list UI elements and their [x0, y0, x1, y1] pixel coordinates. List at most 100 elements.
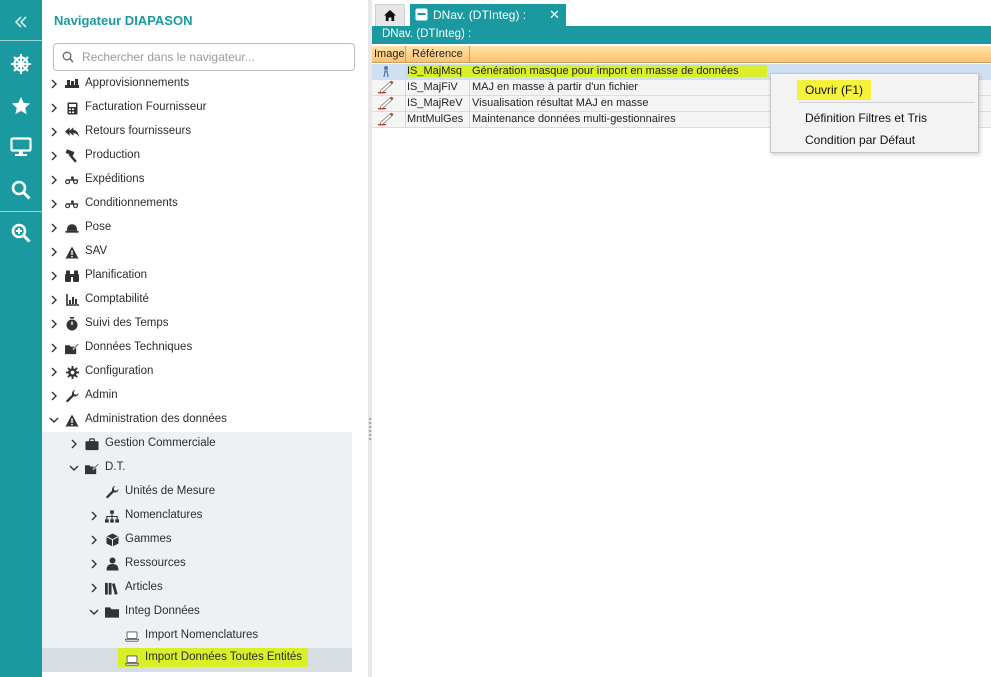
search-icon[interactable]	[0, 170, 42, 210]
splitter-grip[interactable]	[369, 418, 371, 440]
navigator-title: Navigateur DIAPASON	[54, 13, 193, 28]
chevron-right-icon[interactable]	[48, 318, 60, 330]
cell-description: MAJ en masse à partir d'un fichier	[472, 81, 638, 93]
home-icon	[384, 10, 396, 21]
tree-item-label: Facturation Fournisseur	[85, 101, 207, 113]
chevron-right-icon[interactable]	[48, 270, 60, 282]
ship-wheel-icon[interactable]	[0, 44, 42, 84]
tree-item-facturation-fournisseur[interactable]: Facturation Fournisseur	[42, 96, 352, 120]
chevron-right-icon[interactable]	[48, 126, 60, 138]
pencil-icon	[377, 80, 395, 94]
tree-item-integ-données[interactable]: Integ Données	[42, 600, 352, 624]
navigator-search-input[interactable]	[82, 48, 347, 66]
column-separator[interactable]	[405, 46, 406, 63]
tree-item-approvisionnements[interactable]: Approvisionnements	[42, 72, 352, 96]
tree-item-gammes[interactable]: Gammes	[42, 528, 352, 552]
person-icon	[377, 65, 395, 78]
books-icon	[105, 581, 119, 595]
tab-dnav-dtinteg[interactable]: DNav. (DTInteg) : ✕	[410, 4, 566, 26]
menu-item-default-condition[interactable]: Condition par Défaut	[805, 133, 915, 147]
chevron-right-icon[interactable]	[48, 366, 60, 378]
menu-item-filters[interactable]: Définition Filtres et Tris	[805, 111, 927, 125]
tab-bar: DNav. (DTInteg) : ✕	[372, 0, 991, 26]
cell-separator	[405, 96, 406, 112]
tree-item-configuration[interactable]: Configuration	[42, 360, 352, 384]
tree-item-d-t-[interactable]: D.T.	[42, 456, 352, 480]
tree-item-label: Approvisionnements	[85, 77, 190, 89]
zoom-plus-icon[interactable]	[0, 213, 42, 253]
navigator-tree: Approvisionnements Facturation Fournisseu…	[42, 72, 352, 677]
tree-item-label: Ressources	[125, 557, 186, 569]
chevron-right-icon[interactable]	[48, 198, 60, 210]
pencil-icon	[377, 96, 395, 110]
tree-item-label: Gestion Commerciale	[105, 437, 216, 449]
chevron-right-icon[interactable]	[48, 150, 60, 162]
tree-item-import-nomenclatures[interactable]: Import Nomenclatures	[42, 624, 352, 648]
subheader-label: DNav. (DTInteg) :	[382, 28, 472, 40]
chevron-down-icon[interactable]	[88, 606, 100, 618]
tree-item-unités-de-mesure[interactable]: Unités de Mesure	[42, 480, 352, 504]
warning-icon	[65, 245, 79, 259]
laptop-icon	[125, 629, 139, 643]
grid-header: Image Référence	[372, 46, 991, 63]
tree-item-production[interactable]: Production	[42, 144, 352, 168]
chevron-right-icon[interactable]	[48, 294, 60, 306]
tree-item-sav[interactable]: SAV	[42, 240, 352, 264]
wrench-icon	[65, 389, 79, 403]
column-separator[interactable]	[469, 46, 470, 63]
column-header-reference[interactable]: Référence	[412, 48, 463, 60]
collapse-double-chevron-left-icon[interactable]	[0, 2, 42, 42]
tree-item-label: Pose	[85, 221, 112, 233]
chevron-right-icon[interactable]	[48, 390, 60, 402]
tree-item-pose[interactable]: Pose	[42, 216, 352, 240]
menu-item-open[interactable]: Ouvrir (F1)	[797, 80, 871, 100]
tree-item-administration-des-données[interactable]: Administration des données	[42, 408, 352, 432]
sitemap-icon	[105, 509, 119, 523]
tree-item-articles[interactable]: Articles	[42, 576, 352, 600]
tree-item-label: SAV	[85, 245, 108, 257]
monitor-icon[interactable]	[0, 127, 42, 167]
navigator-search-box[interactable]	[53, 43, 355, 71]
chevron-right-icon[interactable]	[88, 534, 100, 546]
chevron-right-icon[interactable]	[68, 438, 80, 450]
tree-item-retours-fournisseurs[interactable]: Retours fournisseurs	[42, 120, 352, 144]
tree-item-import-données-toutes-entités[interactable]: Import Données Toutes Entités	[42, 648, 352, 672]
chevron-right-icon[interactable]	[48, 222, 60, 234]
chevron-right-icon[interactable]	[88, 510, 100, 522]
tab-home[interactable]	[375, 4, 405, 26]
tree-item-conditionnements[interactable]: Conditionnements	[42, 192, 352, 216]
chevron-down-icon[interactable]	[48, 414, 60, 426]
tree-item-label: Import Nomenclatures	[145, 629, 259, 641]
chevron-down-icon[interactable]	[68, 462, 80, 474]
chevron-right-icon[interactable]	[88, 558, 100, 570]
tree-item-ressources[interactable]: Ressources	[42, 552, 352, 576]
tree-item-nomenclatures[interactable]: Nomenclatures	[42, 504, 352, 528]
tree-item-admin[interactable]: Admin	[42, 384, 352, 408]
chevron-right-icon[interactable]	[48, 246, 60, 258]
chevron-right-icon[interactable]	[48, 342, 60, 354]
tree-item-label: Unités de Mesure	[125, 485, 216, 497]
folder-edit-icon	[85, 461, 99, 475]
chevron-right-icon[interactable]	[88, 582, 100, 594]
chevron-right-icon[interactable]	[48, 174, 60, 186]
star-icon[interactable]	[0, 86, 42, 126]
chevron-right-icon[interactable]	[48, 102, 60, 114]
cell-description: Génération masque pour import en masse d…	[470, 65, 767, 77]
tree-item-label: Expéditions	[85, 173, 145, 185]
tree-item-label: Integ Données	[125, 605, 200, 617]
tree-item-planification[interactable]: Planification	[42, 264, 352, 288]
tree-item-gestion-commerciale[interactable]: Gestion Commerciale	[42, 432, 352, 456]
tree-item-suivi-des-temps[interactable]: Suivi des Temps	[42, 312, 352, 336]
chevron-right-icon[interactable]	[48, 78, 60, 90]
tree-item-expéditions[interactable]: Expéditions	[42, 168, 352, 192]
tree-item-données-techniques[interactable]: Données Techniques	[42, 336, 352, 360]
cell-description: Visualisation résultat MAJ en masse	[472, 97, 649, 109]
briefcase-icon	[85, 437, 99, 451]
column-header-image[interactable]: Image	[374, 48, 405, 60]
close-icon[interactable]: ✕	[549, 7, 560, 23]
tree-item-label: Gammes	[125, 533, 172, 545]
left-icon-rail	[0, 0, 42, 677]
tree-item-label: Données Techniques	[85, 341, 193, 353]
tree-item-comptabilité[interactable]: Comptabilité	[42, 288, 352, 312]
tree-item-label: Comptabilité	[85, 293, 149, 305]
